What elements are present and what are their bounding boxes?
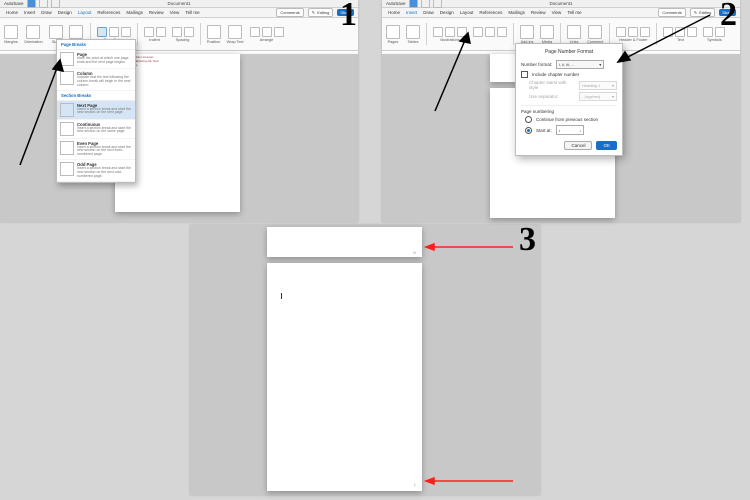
columns-icon[interactable] bbox=[69, 25, 83, 39]
tab-references[interactable]: References bbox=[479, 10, 502, 15]
ribbon-layout: Margins Orientation Size Columns Page Se… bbox=[0, 18, 358, 51]
start-at-label: Start at: bbox=[536, 128, 552, 133]
comments-button[interactable]: Comments bbox=[276, 8, 303, 17]
title-bar: AutoSave Document1 bbox=[382, 0, 740, 8]
footer-page-number: 1 bbox=[414, 482, 416, 487]
spinner-icon: ⁞ bbox=[580, 128, 581, 133]
tab-home[interactable]: Home bbox=[6, 10, 18, 15]
undo-icon[interactable] bbox=[421, 0, 430, 8]
save-icon[interactable] bbox=[409, 0, 418, 8]
tab-layout[interactable]: Layout bbox=[460, 10, 474, 15]
title-bar: AutoSave Document1 bbox=[0, 0, 358, 8]
annotation-arrow-header bbox=[418, 242, 518, 252]
annotation-arrow-1 bbox=[15, 55, 65, 170]
editing-button[interactable]: ✎ Editing bbox=[308, 8, 334, 17]
document-title: Document1 bbox=[167, 1, 190, 6]
spacing-after[interactable] bbox=[184, 27, 194, 37]
undo-icon[interactable] bbox=[39, 0, 48, 8]
break-even-page[interactable]: Even PageInsert a section break and star… bbox=[57, 139, 135, 161]
annotation-arrow-2a bbox=[430, 28, 615, 116]
redo-icon[interactable] bbox=[433, 0, 442, 8]
tab-design[interactable]: Design bbox=[58, 10, 72, 15]
margins-icon[interactable] bbox=[4, 25, 18, 39]
break-column[interactable]: ColumnIndicate that the text following t… bbox=[57, 69, 135, 91]
cancel-button[interactable]: Cancel bbox=[564, 141, 592, 150]
tab-home[interactable]: Home bbox=[388, 10, 400, 15]
indent-right[interactable] bbox=[156, 27, 166, 37]
tab-tellme[interactable]: Tell me bbox=[567, 10, 581, 15]
page3-top: iii bbox=[267, 227, 422, 257]
annotation-arrow-2b bbox=[610, 10, 720, 70]
break-continuous[interactable]: ContinuousInsert a section break and sta… bbox=[57, 120, 135, 139]
break-odd-page[interactable]: Odd PageInsert a section break and start… bbox=[57, 160, 135, 182]
autosave-label: AutoSave bbox=[4, 1, 24, 6]
position-icon[interactable] bbox=[207, 25, 221, 39]
continue-radio[interactable] bbox=[525, 116, 532, 123]
cover-page-icon[interactable] bbox=[386, 25, 400, 39]
break-page[interactable]: PageMark the point at which one page end… bbox=[57, 50, 135, 69]
quick-access: AutoSave bbox=[4, 0, 60, 8]
table-icon[interactable] bbox=[406, 25, 420, 39]
page3-bottom: 1 bbox=[267, 263, 422, 491]
tab-insert[interactable]: Insert bbox=[406, 10, 417, 15]
send-backward[interactable] bbox=[262, 27, 272, 37]
continue-label: Continue from previous section bbox=[536, 117, 598, 122]
tab-mailings[interactable]: Mailings bbox=[508, 10, 525, 15]
autosave-label: AutoSave bbox=[386, 1, 406, 6]
tab-insert[interactable]: Insert bbox=[24, 10, 35, 15]
size-icon[interactable] bbox=[49, 25, 63, 39]
tab-tellme[interactable]: Tell me bbox=[185, 10, 199, 15]
tab-view[interactable]: View bbox=[552, 10, 562, 15]
redo-icon[interactable] bbox=[51, 0, 60, 8]
tab-draw[interactable]: Draw bbox=[41, 10, 52, 15]
pagebreaks-header: Page Breaks bbox=[57, 40, 135, 50]
tab-view[interactable]: View bbox=[170, 10, 180, 15]
bring-forward[interactable] bbox=[250, 27, 260, 37]
panel-3: iii 1 bbox=[190, 225, 540, 495]
header-page-number: iii bbox=[413, 250, 416, 255]
tab-draw[interactable]: Draw bbox=[423, 10, 434, 15]
step-number-1: 1 bbox=[340, 0, 357, 34]
line-numbers-button[interactable] bbox=[109, 27, 119, 37]
break-next-page[interactable]: Next PageInsert a section break and star… bbox=[57, 101, 135, 120]
tab-references[interactable]: References bbox=[97, 10, 120, 15]
save-icon[interactable] bbox=[27, 0, 36, 8]
tab-review[interactable]: Review bbox=[531, 10, 546, 15]
start-at-spinner[interactable]: i⁞ bbox=[556, 125, 584, 135]
document-title: Document1 bbox=[549, 1, 572, 6]
ribbon-tabs: Home Insert Draw Design Layout Reference… bbox=[0, 8, 358, 18]
orientation-icon[interactable] bbox=[26, 25, 40, 39]
cursor-icon bbox=[281, 293, 283, 299]
tab-design[interactable]: Design bbox=[440, 10, 454, 15]
step-number-2: 2 bbox=[720, 0, 737, 34]
tab-review[interactable]: Review bbox=[149, 10, 164, 15]
quick-access: AutoSave bbox=[386, 0, 442, 8]
annotation-arrow-footer bbox=[418, 476, 518, 486]
ok-button[interactable]: OK bbox=[596, 141, 617, 150]
start-at-radio[interactable] bbox=[525, 127, 532, 134]
sectionbreaks-header: Section Breaks bbox=[57, 91, 135, 101]
tab-mailings[interactable]: Mailings bbox=[126, 10, 143, 15]
tab-layout[interactable]: Layout bbox=[78, 10, 92, 15]
selection-pane[interactable] bbox=[274, 27, 284, 37]
wrap-text-icon[interactable] bbox=[228, 25, 242, 39]
breaks-dropdown: Page Breaks PageMark the point at which … bbox=[56, 39, 136, 183]
indent-left[interactable] bbox=[144, 27, 154, 37]
spacing-before[interactable] bbox=[172, 27, 182, 37]
hyphenation-button[interactable] bbox=[121, 27, 131, 37]
breaks-button[interactable] bbox=[97, 27, 107, 37]
step-number-3: 3 bbox=[519, 221, 536, 259]
